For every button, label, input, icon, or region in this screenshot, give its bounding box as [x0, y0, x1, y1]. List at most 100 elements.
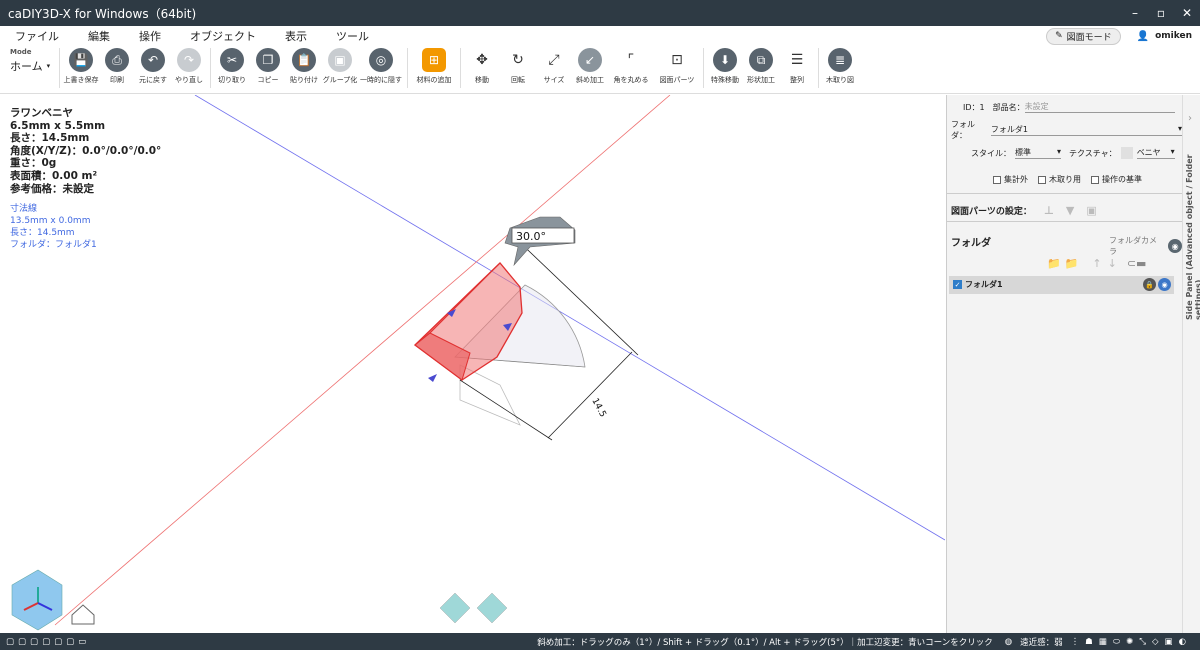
dimension-info-panel: 寸法線 13.5mm x 0.0mm 長さ：14.5mm フォルダ：フォルダ1	[10, 203, 97, 251]
arrow-down-icon[interactable]: ↓	[1108, 257, 1117, 270]
resize-label: サイズ	[543, 76, 565, 84]
selected-part[interactable]	[413, 262, 523, 381]
copy-label: コピー	[257, 76, 279, 84]
hide-icon: ◎	[369, 48, 393, 72]
maximize-button[interactable]: ▫	[1148, 0, 1174, 26]
hide-button[interactable]: ◎ 一時的に隠す	[359, 48, 403, 85]
material-weight: 重さ：0g	[10, 157, 57, 170]
drawing-parts-label: 図面パーツ	[659, 76, 695, 84]
cutting-list-label: 木取り図	[826, 76, 854, 84]
lumber-checkbox[interactable]	[1038, 175, 1046, 184]
folder-item-name: フォルダ1	[965, 280, 1003, 289]
cutting-list-icon: ≣	[828, 48, 852, 72]
remove-folder-icon[interactable]: 📁	[1065, 257, 1079, 270]
menu-tools[interactable]: ツール	[321, 28, 383, 44]
menu-file[interactable]: ファイル	[0, 28, 73, 44]
zoom-icon[interactable]	[439, 592, 471, 624]
close-button[interactable]: ✕	[1174, 0, 1200, 26]
menu-object[interactable]: オブジェクト	[175, 28, 270, 44]
minimize-button[interactable]: –	[1122, 0, 1148, 26]
lock-icon[interactable]: 🔒	[1143, 278, 1156, 291]
round-corner-button[interactable]: ⌜ 角を丸める	[609, 48, 653, 85]
texture-select[interactable]: ベニヤ ▾	[1136, 147, 1175, 159]
arrow-up-icon[interactable]: ↑	[1092, 257, 1101, 270]
cutting-list-button[interactable]: ≣ 木取り図	[823, 48, 857, 85]
shape-process-button[interactable]: ⧉ 形状加工	[744, 48, 778, 85]
blue-axis-line	[194, 95, 945, 541]
align-button[interactable]: ☰ 整列	[780, 48, 814, 85]
dimension-folder: フォルダ：フォルダ1	[10, 240, 97, 250]
save-button[interactable]: 💾 上書き保存	[64, 48, 99, 85]
filter-icon[interactable]: ▼	[1066, 204, 1074, 217]
print-button[interactable]: ⎙ 印刷	[100, 48, 134, 85]
chevron-down-icon: ▾	[1056, 147, 1061, 156]
special-move-icon: ⬇	[713, 48, 737, 72]
special-move-label: 特殊移動	[711, 76, 739, 84]
style-label: スタイル：	[971, 148, 1011, 158]
ruler-icon[interactable]: ⊥	[1044, 204, 1054, 217]
image-icon[interactable]: ▣	[1086, 204, 1096, 217]
menu-operation[interactable]: 操作	[124, 28, 175, 44]
align-label: 整列	[790, 76, 804, 84]
hide-label: 一時的に隠す	[360, 76, 402, 84]
toolbar-separator	[460, 48, 461, 88]
add-folder-icon[interactable]: 📁	[1047, 257, 1061, 270]
lumber-label: 木取り用	[1049, 175, 1081, 184]
toolbar-separator	[59, 48, 60, 88]
toggle-icon[interactable]: ⊂▬	[1127, 257, 1147, 270]
undo-button[interactable]: ↶ 元に戻す	[136, 48, 170, 85]
redo-button[interactable]: ↷ やり直し	[172, 48, 206, 85]
view-mode-icons[interactable]: ▢▢▢▢▢▢▭	[6, 637, 90, 647]
drawing-parts-icon: ⊡	[671, 52, 683, 68]
mode-selector[interactable]: Mode ホーム ▾	[0, 48, 56, 74]
exclude-checkbox[interactable]	[993, 175, 1001, 184]
save-icon: 💾	[69, 48, 93, 72]
style-select[interactable]: 標準 ▾	[1015, 147, 1061, 159]
folder-select[interactable]: フォルダ1 ▾	[990, 124, 1182, 136]
add-material-label: 材料の追加	[416, 76, 452, 84]
folder-list-item[interactable]: ✓ フォルダ1 🔒 ◉	[949, 276, 1174, 294]
chevron-down-icon: ▾	[1170, 147, 1175, 156]
globe-icon[interactable]: ◍	[1005, 637, 1012, 647]
blue-cone-handle-3[interactable]	[428, 374, 437, 382]
visibility-icon[interactable]: ◉	[1158, 278, 1171, 291]
dimension-length: 長さ：14.5mm	[10, 228, 75, 238]
menu-edit[interactable]: 編集	[73, 28, 124, 44]
material-size: 6.5mm x 5.5mm	[10, 119, 106, 132]
status-tool-icons[interactable]: ⋮☗▦⬭✺⤡◇▣◐	[1071, 637, 1192, 647]
rotate-icon: ↻	[512, 52, 524, 68]
copy-icon: ❐	[256, 48, 280, 72]
camera-icon[interactable]: ◉	[1168, 239, 1182, 253]
side-panel-tab-label: Side Panel (Advanced object / Folder set…	[1185, 154, 1200, 320]
perspective-setting[interactable]: 遠近感：弱	[1020, 636, 1063, 648]
folder-visible-checkbox[interactable]: ✓	[953, 280, 962, 289]
angle-input[interactable]: 30.0°	[516, 230, 546, 243]
user-menu[interactable]: 👤 omiken	[1137, 31, 1192, 42]
rotate-button[interactable]: ↻ 回転	[501, 48, 535, 85]
cut-button[interactable]: ✂ 切り取り	[215, 48, 249, 85]
side-panel-tab[interactable]: › Side Panel (Advanced object / Folder s…	[1182, 95, 1200, 633]
texture-value: ベニヤ	[1136, 148, 1161, 157]
special-move-button[interactable]: ⬇ 特殊移動	[708, 48, 742, 85]
part-name-label: 部品名：	[992, 102, 1025, 112]
bevel-button[interactable]: ↙ 斜め加工	[573, 48, 607, 85]
3d-viewport[interactable]: 30.0° 14.5 ラワンベニヤ 6.5mm x 5.5mm 長さ：14.5m…	[0, 95, 945, 633]
folder-section-title: フォルダ	[951, 238, 991, 249]
drawing-parts-button[interactable]: ⊡ 図面パーツ	[655, 48, 699, 85]
part-name-input[interactable]: 未設定	[1024, 101, 1175, 113]
pan-icon[interactable]	[476, 592, 508, 624]
drawing-mode-label: 図面モード	[1066, 32, 1112, 43]
base-checkbox[interactable]	[1091, 175, 1099, 184]
group-button[interactable]: ▣ グループ化	[323, 48, 357, 85]
move-button[interactable]: ✥ 移動	[465, 48, 499, 85]
menu-view[interactable]: 表示	[270, 28, 321, 44]
add-material-button[interactable]: ⊞ 材料の追加	[412, 48, 456, 85]
rotate-label: 回転	[511, 76, 525, 84]
chevron-right-icon[interactable]: ›	[1188, 113, 1192, 124]
drawing-mode-button[interactable]: ✎ 図面モード	[1046, 27, 1121, 45]
material-price: 参考価格：未設定	[10, 182, 94, 195]
paste-button[interactable]: 📋 貼り付け	[287, 48, 321, 85]
copy-button[interactable]: ❐ コピー	[251, 48, 285, 85]
resize-button[interactable]: ⤢ サイズ	[537, 48, 571, 85]
toolbar: Mode ホーム ▾ 💾 上書き保存 ⎙ 印刷 ↶ 元に戻す ↷ やり直し ✂ 切り取り ❐…	[0, 46, 1200, 94]
